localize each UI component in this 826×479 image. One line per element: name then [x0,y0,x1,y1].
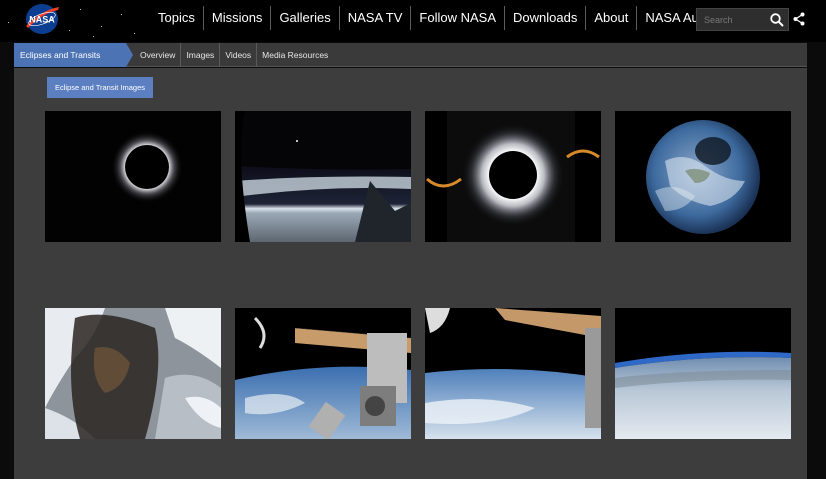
nav-missions[interactable]: Missions [202,6,271,30]
gallery-image-3[interactable] [425,111,601,242]
nasa-logo-text: NASA [29,15,55,25]
section-subnav: Eclipses and Transits Overview Images Vi… [14,43,807,67]
eclipse-shadow-over-us-image [45,308,221,439]
subnav-links: Overview Images Videos Media Resources [135,43,333,67]
nav-galleries[interactable]: Galleries [270,6,338,30]
nasa-logo[interactable]: NASA [23,2,61,36]
share-icon[interactable] [793,12,805,26]
eclipse-corona-image [45,111,221,242]
gallery-image-8[interactable] [615,308,791,439]
main-navigation: Topics Missions Galleries NASA TV Follow… [150,6,752,30]
search-icon[interactable] [769,12,785,28]
breadcrumb-arrow [126,43,133,67]
subnav-images[interactable]: Images [180,43,219,67]
gallery-image-1[interactable] [45,111,221,242]
iss-solar-array-earth-image [425,308,601,439]
search-box [696,8,789,31]
earth-eclipse-shadow-image [615,111,791,242]
gallery-image-4[interactable] [615,111,791,242]
gallery-image-6[interactable] [235,308,411,439]
subnav-media-resources[interactable]: Media Resources [256,43,333,67]
breadcrumb-eclipses-and-transits[interactable]: Eclipses and Transits [14,43,126,67]
gallery-image-7[interactable] [425,308,601,439]
gallery-image-5[interactable] [45,308,221,439]
iss-over-earth-image [235,308,411,439]
earth-limb-from-aircraft-image [235,111,411,242]
nav-follow-nasa[interactable]: Follow NASA [410,6,504,30]
gallery-panel: Eclipse and Transit Images [14,68,807,479]
nav-topics[interactable]: Topics [150,6,203,30]
gallery-image-2[interactable] [235,111,411,242]
earth-horizon-image [615,308,791,439]
search-input[interactable] [697,9,769,30]
top-navigation-bar: NASA Topics Missions Galleries NASA TV F… [0,0,826,42]
total-eclipse-corona-image [425,111,601,242]
eclipse-transit-images-button[interactable]: Eclipse and Transit Images [47,77,153,98]
nav-downloads[interactable]: Downloads [504,6,585,30]
subnav-overview[interactable]: Overview [135,43,180,67]
nav-nasa-tv[interactable]: NASA TV [338,6,411,30]
nav-about[interactable]: About [585,6,636,30]
subnav-videos[interactable]: Videos [219,43,256,67]
